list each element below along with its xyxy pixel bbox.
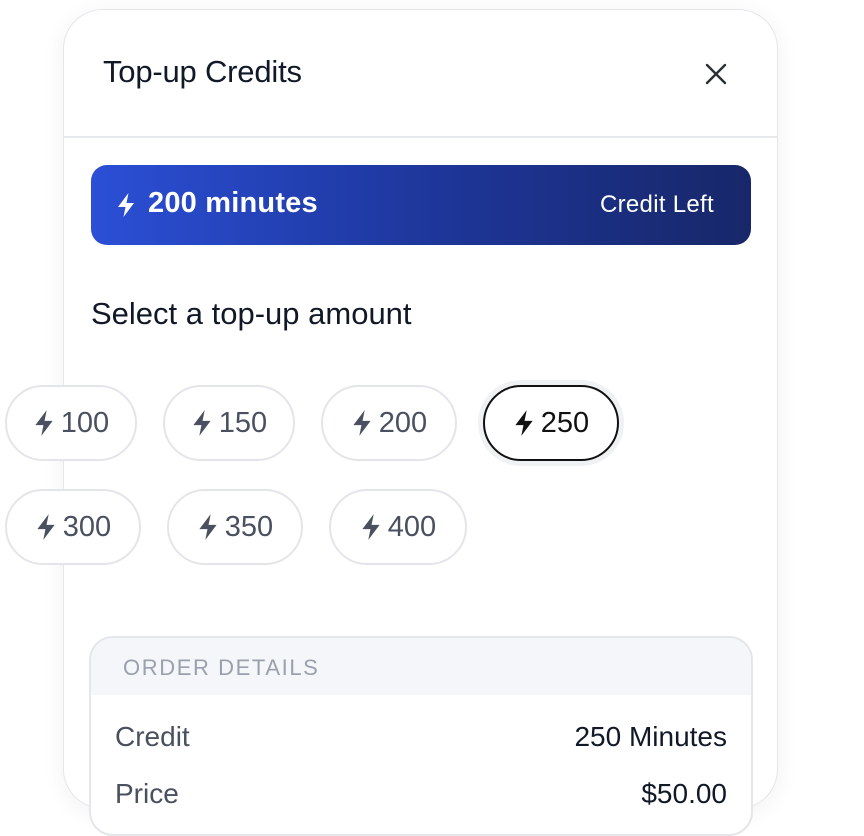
credit-balance-banner: 200 minutes Credit Left: [91, 165, 751, 245]
order-row-value: 250 Minutes: [574, 721, 727, 752]
bolt-icon: [193, 410, 211, 436]
topup-option-150[interactable]: 150: [163, 385, 295, 461]
bolt-icon: [37, 514, 55, 540]
bolt-icon: [118, 193, 134, 217]
topup-option-350[interactable]: 350: [167, 489, 303, 565]
topup-option-250[interactable]: 250: [483, 385, 619, 461]
credit-balance-caption: Credit Left: [599, 191, 714, 218]
order-row-label: Credit: [115, 721, 190, 752]
topup-option-300[interactable]: 300: [5, 489, 141, 565]
topup-option-100[interactable]: 100: [5, 385, 137, 461]
topup-option-400[interactable]: 400: [329, 489, 467, 565]
topup-option-label: 200: [378, 406, 428, 439]
order-details-card: ORDER DETAILS Credit 250 Minutes Price $…: [89, 636, 753, 836]
topup-option-200[interactable]: 200: [321, 385, 457, 461]
dialog-title: Top-up Credits: [103, 54, 302, 89]
topup-heading: Select a top-up amount: [91, 296, 412, 331]
topup-option-label: 250: [540, 406, 590, 439]
order-details-title: ORDER DETAILS: [123, 655, 320, 680]
dialog-header: Top-up Credits: [64, 10, 777, 138]
close-icon: [705, 63, 727, 85]
bolt-icon: [35, 410, 53, 436]
bolt-icon: [199, 514, 217, 540]
topup-option-label: 300: [62, 510, 112, 543]
close-button[interactable]: [696, 54, 736, 94]
order-details-header: ORDER DETAILS: [91, 638, 751, 695]
order-row-value: $50.00: [641, 778, 727, 809]
bolt-icon: [353, 410, 371, 436]
topup-option-label: 400: [387, 510, 437, 543]
topup-option-label: 150: [218, 406, 268, 439]
topup-option-label: 350: [224, 510, 274, 543]
bolt-icon: [362, 514, 380, 540]
bolt-icon: [515, 410, 533, 436]
topup-option-label: 100: [60, 406, 110, 439]
credit-balance-amount: 200 minutes: [148, 187, 318, 219]
order-row-label: Price: [115, 778, 179, 809]
